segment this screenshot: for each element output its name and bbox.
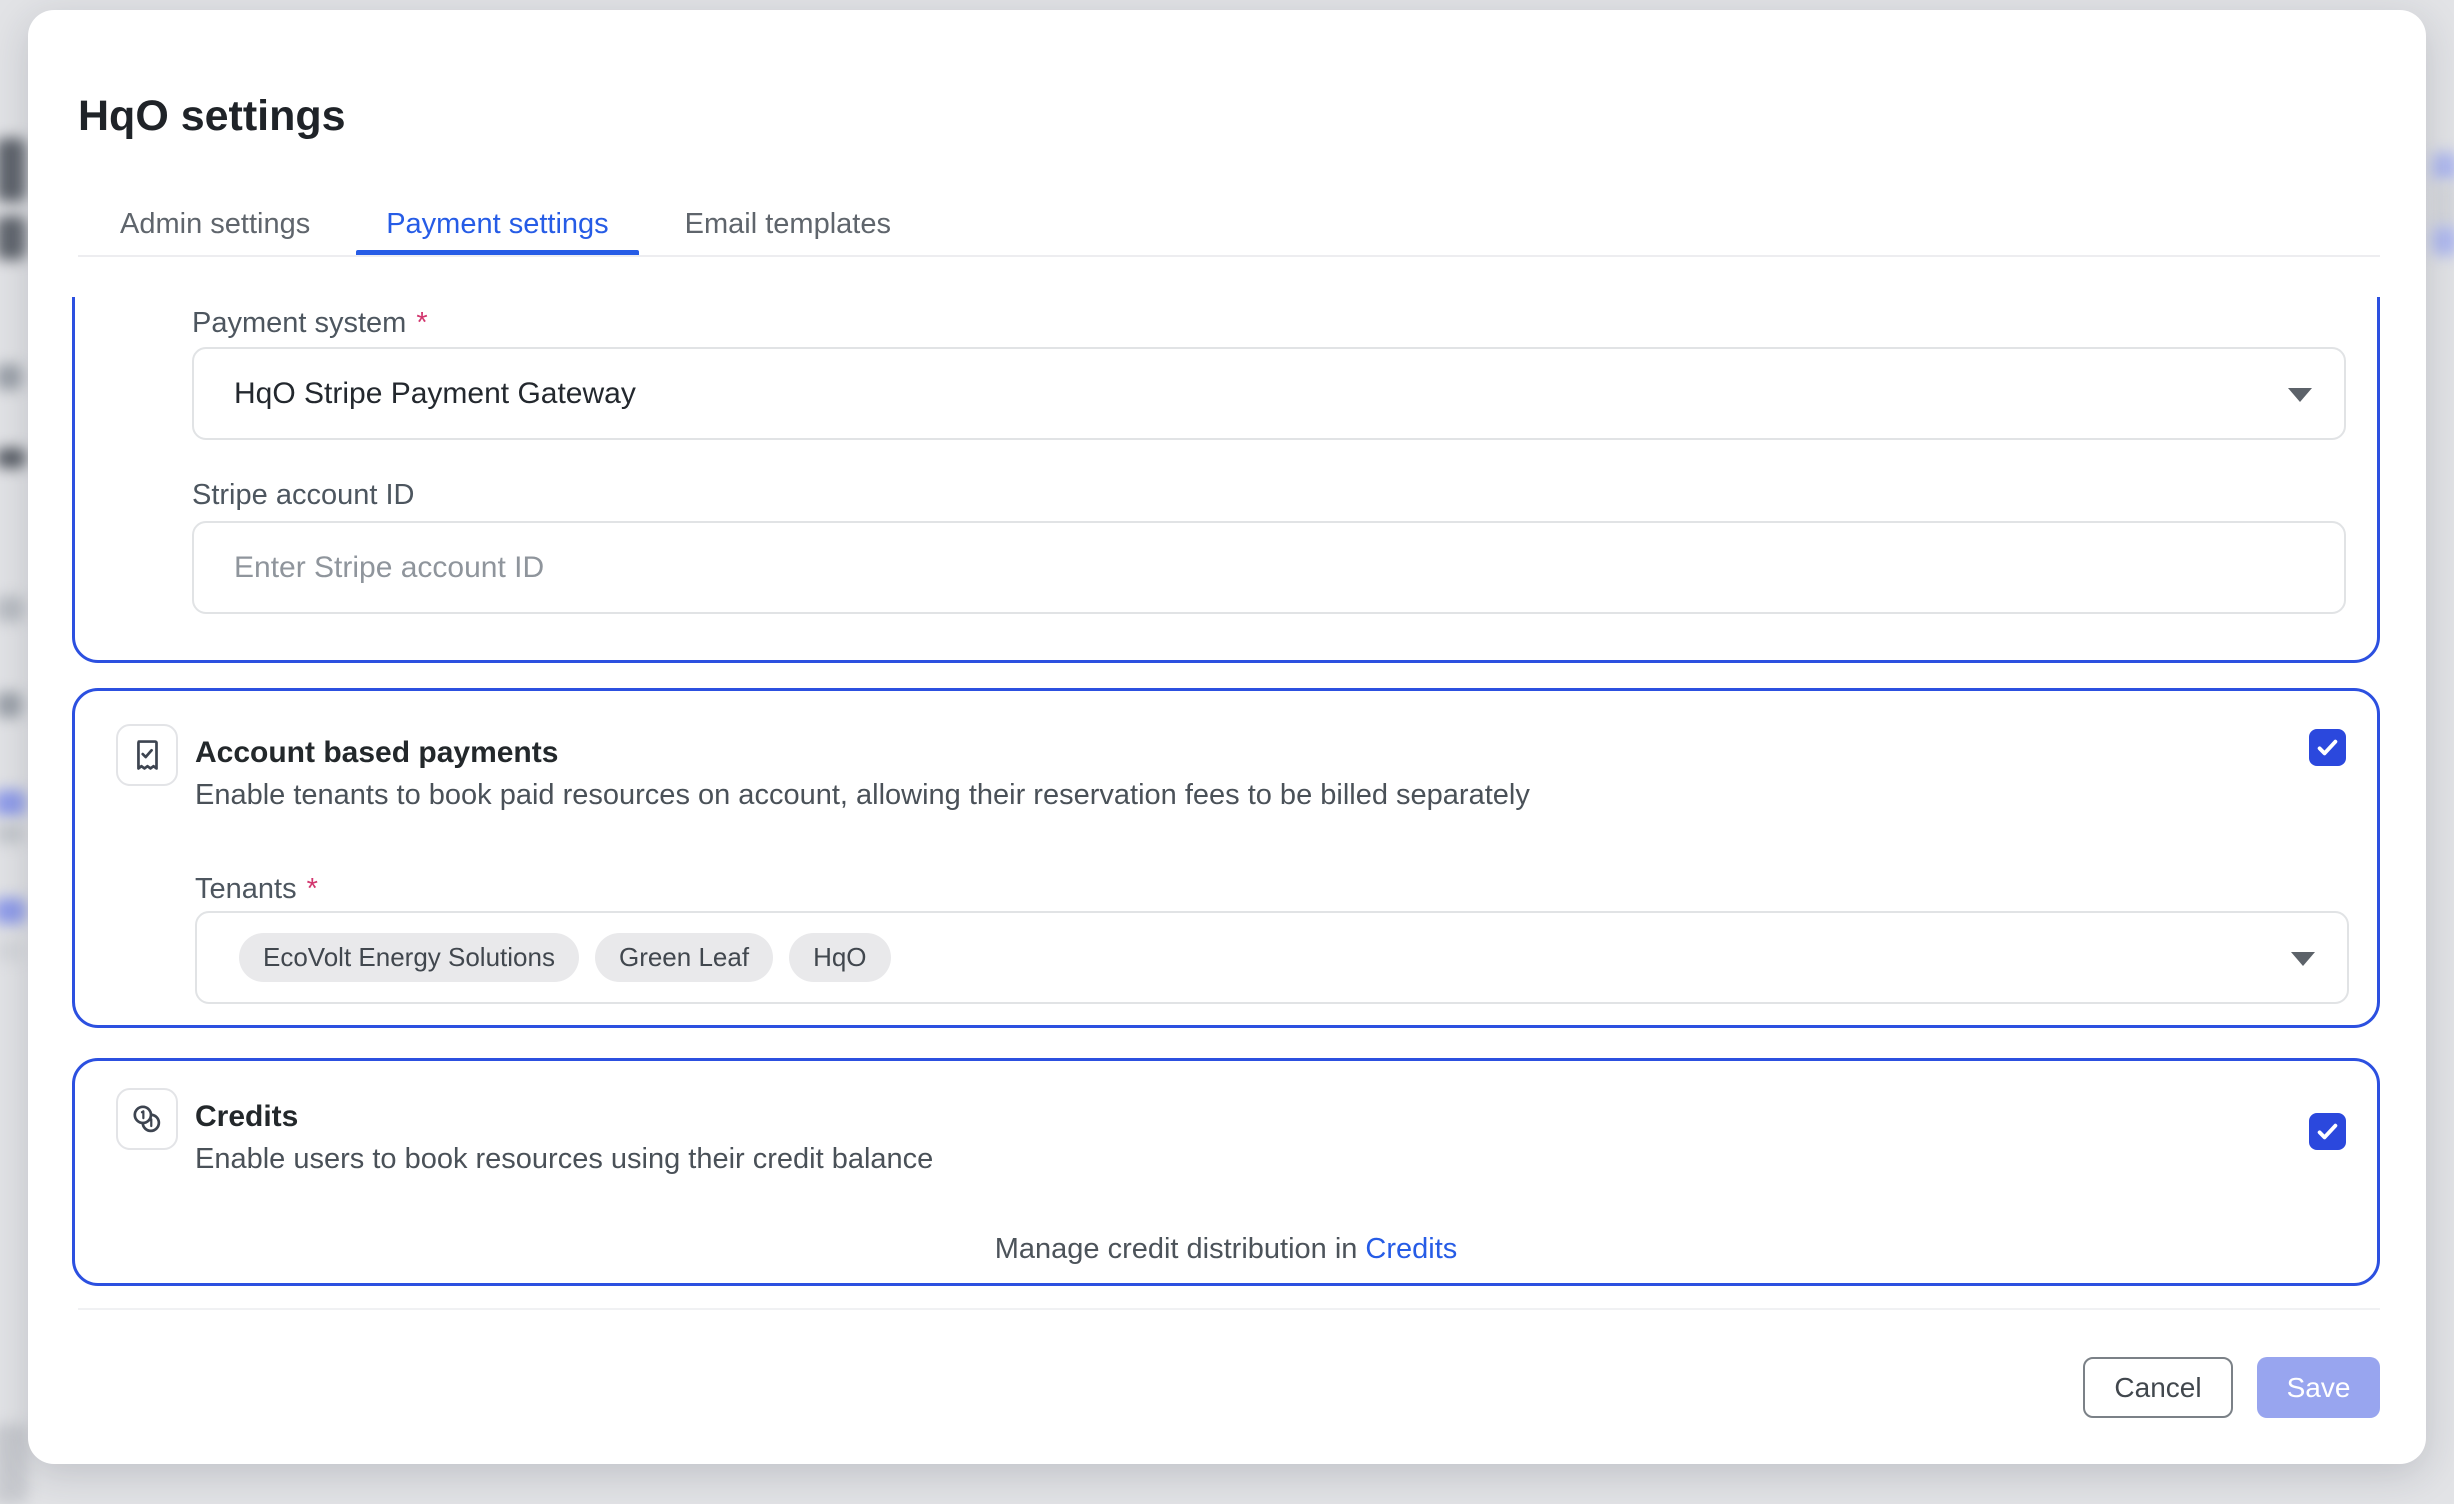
background-blur [2432, 152, 2454, 182]
payment-system-select[interactable]: HqO Stripe Payment Gateway [192, 347, 2346, 440]
payment-gateway-panel: Payment system * HqO Stripe Payment Gatew… [72, 297, 2380, 663]
checkmark-icon [2314, 734, 2341, 761]
payment-system-label: Payment system * [192, 305, 428, 341]
coins-icon [116, 1088, 178, 1150]
tenants-label-text: Tenants [195, 873, 297, 905]
section-title: Account based payments [195, 734, 558, 772]
stripe-account-input[interactable] [192, 521, 2346, 614]
tab-admin-settings[interactable]: Admin settings [90, 195, 340, 257]
section-description: Enable users to book resources using the… [195, 1140, 933, 1178]
save-button[interactable]: Save [2257, 1357, 2380, 1418]
required-asterisk: * [416, 307, 427, 339]
tab-email-templates[interactable]: Email templates [655, 195, 921, 257]
payment-system-value: HqO Stripe Payment Gateway [234, 377, 636, 411]
background-blur [0, 824, 24, 844]
tenant-chip[interactable]: Green Leaf [595, 933, 773, 982]
background-blur [0, 1424, 28, 1504]
cancel-button[interactable]: Cancel [2083, 1357, 2233, 1418]
credits-link[interactable]: Credits [1365, 1233, 1457, 1265]
background-blur [0, 596, 24, 622]
manage-credits-line: Manage credit distribution inCredits [75, 1233, 2377, 1266]
stripe-account-label: Stripe account ID [192, 477, 414, 513]
receipt-check-icon [116, 724, 178, 786]
section-description: Enable tenants to book paid resources on… [195, 776, 1530, 814]
credits-panel: Credits Enable users to book resources u… [72, 1058, 2380, 1286]
payment-system-label-text: Payment system [192, 307, 406, 339]
checkmark-icon [2314, 1118, 2341, 1145]
background-blur [0, 448, 26, 468]
background-blur [0, 692, 22, 718]
section-title: Credits [195, 1098, 298, 1136]
tabs-divider [78, 255, 2380, 257]
background-blur [0, 940, 24, 962]
settings-tabs: Admin settings Payment settings Email te… [90, 195, 937, 257]
tab-payment-settings[interactable]: Payment settings [356, 195, 638, 257]
required-asterisk: * [307, 873, 318, 905]
tenant-chip[interactable]: HqO [789, 933, 890, 982]
background-blur [0, 364, 22, 390]
background-blur [0, 898, 26, 924]
tenants-select[interactable]: EcoVolt Energy Solutions Green Leaf HqO [195, 911, 2349, 1004]
background-blur [0, 790, 26, 816]
account-based-payments-panel: Account based payments Enable tenants to… [72, 688, 2380, 1028]
credits-checkbox[interactable] [2309, 1113, 2346, 1150]
chevron-down-icon [2291, 952, 2315, 966]
background-blur [2432, 182, 2454, 228]
account-based-payments-checkbox[interactable] [2309, 729, 2346, 766]
background-blur [2432, 226, 2454, 256]
page-title: HqO settings [78, 86, 346, 146]
manage-credits-text: Manage credit distribution in [995, 1233, 1358, 1265]
tenant-chip[interactable]: EcoVolt Energy Solutions [239, 933, 579, 982]
tenants-label: Tenants * [195, 871, 318, 907]
background-blur [0, 138, 26, 202]
settings-modal: HqO settings Admin settings Payment sett… [28, 10, 2426, 1464]
chevron-down-icon [2288, 388, 2312, 402]
background-blur [0, 216, 26, 260]
footer-divider [78, 1308, 2380, 1310]
